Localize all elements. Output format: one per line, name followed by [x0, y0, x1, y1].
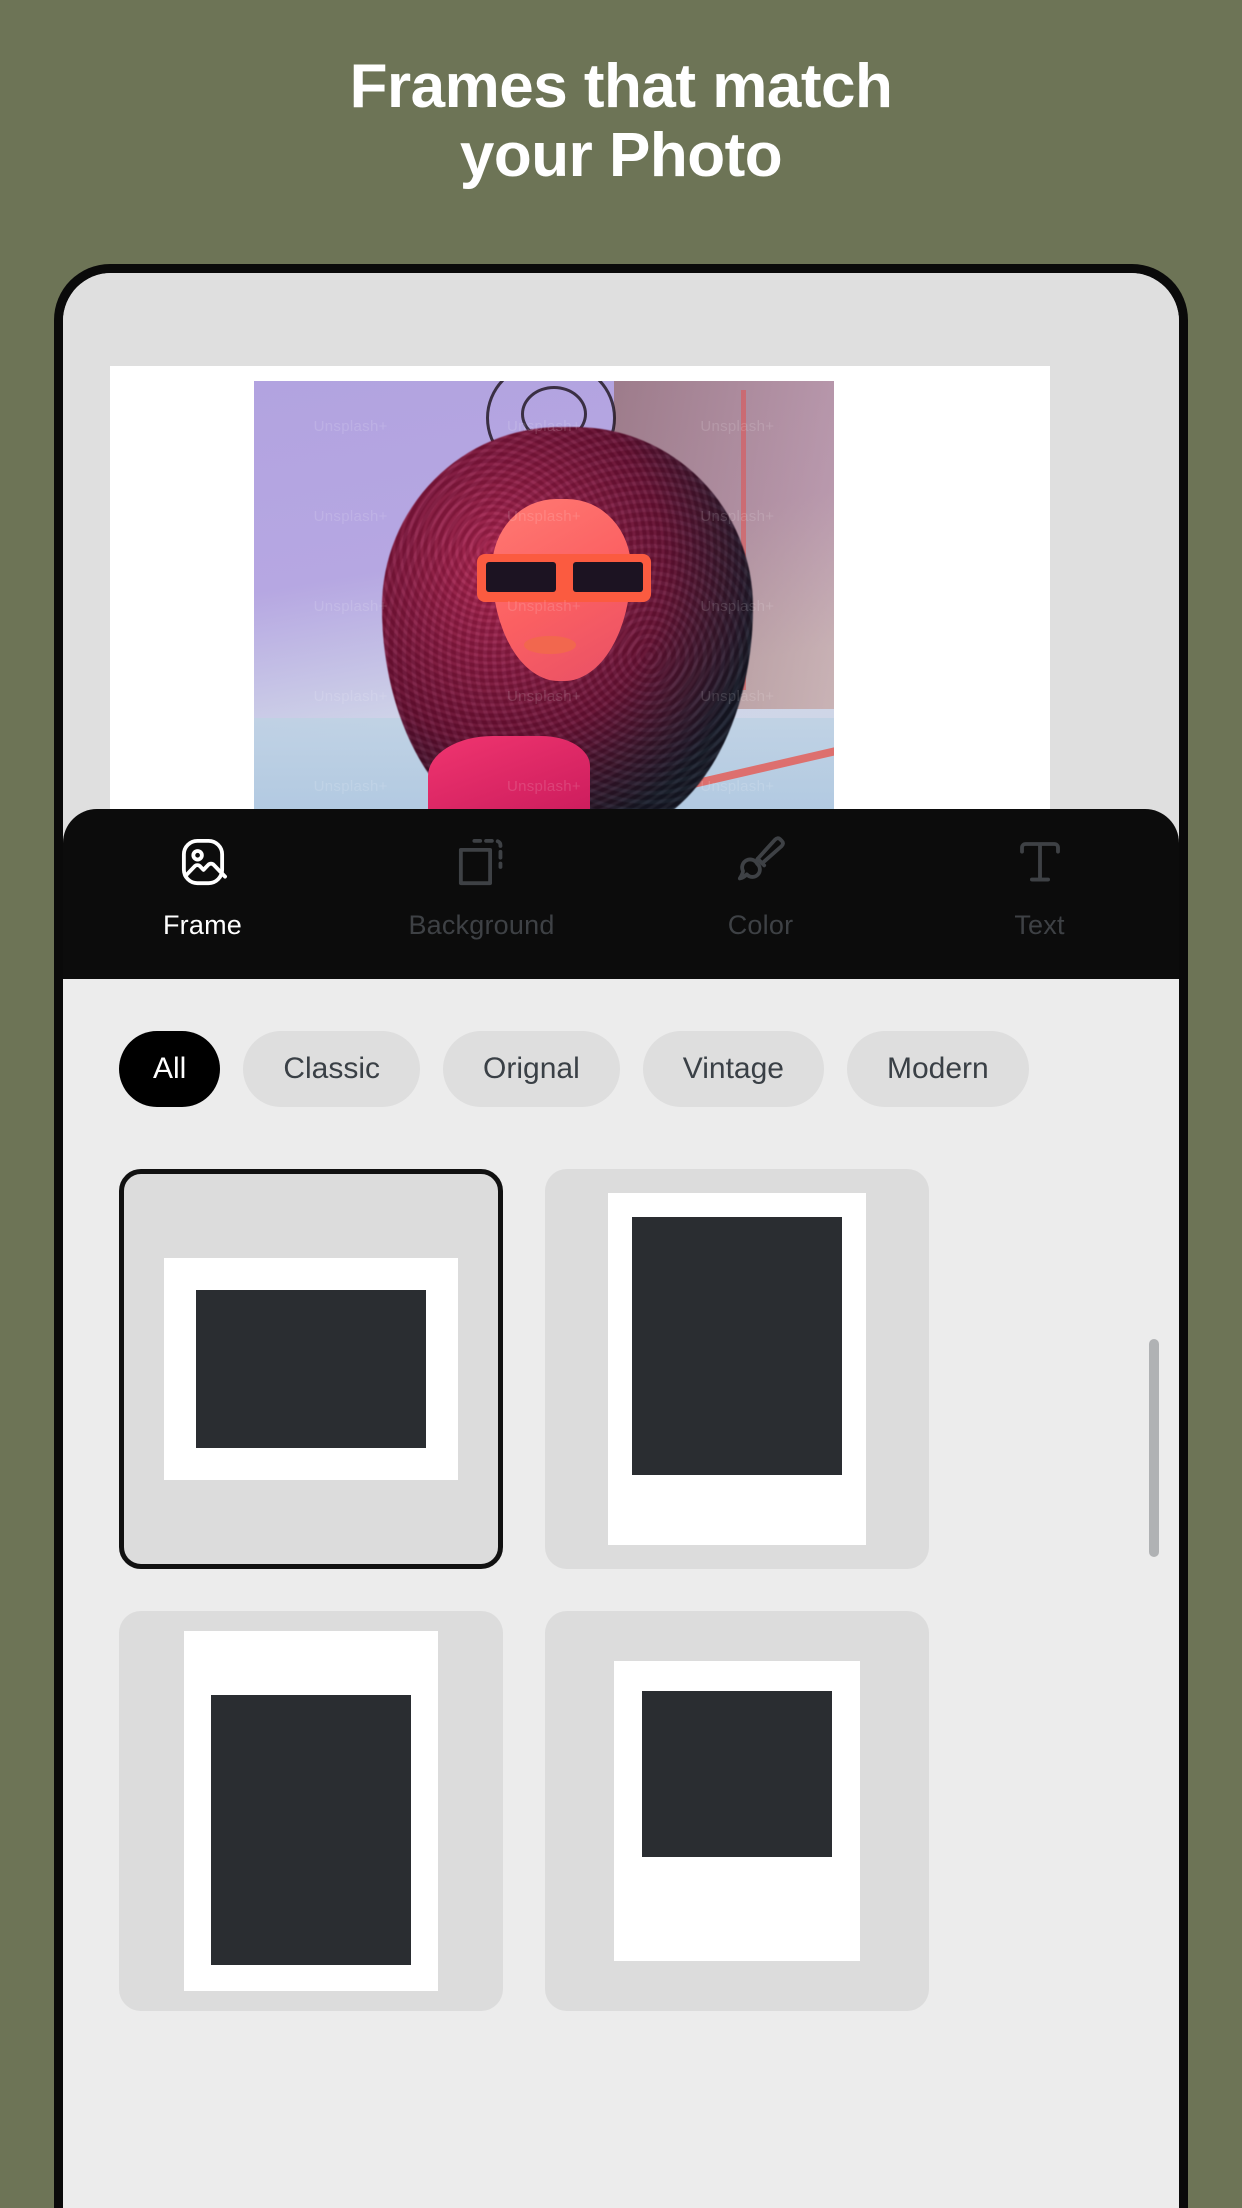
- frame-mat-preview: Unsplash+Unsplash+Unsplash+Unsplash+Unsp…: [110, 366, 1050, 836]
- frame-card-3[interactable]: [119, 1611, 503, 2011]
- phone-mockup: Unsplash+Unsplash+Unsplash+Unsplash+Unsp…: [54, 264, 1188, 2208]
- phone-screen: Unsplash+Unsplash+Unsplash+Unsplash+Unsp…: [63, 273, 1179, 2208]
- frame-grid: [63, 1107, 1179, 2011]
- tab-text[interactable]: Text: [900, 835, 1179, 941]
- filter-chip-modern[interactable]: Modern: [846, 1031, 1029, 1107]
- filter-chip-classic[interactable]: Classic: [243, 1031, 421, 1107]
- frame-mat: [164, 1258, 458, 1480]
- editor-canvas[interactable]: Unsplash+Unsplash+Unsplash+Unsplash+Unsp…: [63, 273, 1179, 836]
- tab-frame[interactable]: Frame: [63, 835, 342, 941]
- frame-mat: [614, 1661, 860, 1961]
- headline-line-2: your Photo: [459, 121, 783, 191]
- sunglass-lens-left: [485, 561, 556, 593]
- crop-icon: [455, 835, 509, 889]
- filter-chip-vintage-label: Vintage: [682, 1052, 784, 1085]
- photo-subject-sunglasses: [477, 553, 652, 602]
- filter-chip-modern-label: Modern: [886, 1052, 989, 1085]
- text-icon: [1013, 835, 1067, 889]
- tab-background-label: Background: [408, 910, 555, 940]
- tab-color-label: Color: [727, 910, 794, 940]
- frame-photo-slot: [632, 1217, 842, 1475]
- frame-card-1[interactable]: [119, 1169, 503, 1569]
- frame-photo-slot: [196, 1290, 426, 1448]
- filter-chip-orignal[interactable]: Orignal: [443, 1031, 620, 1107]
- image-icon: [176, 835, 230, 889]
- editor-toolbar: Frame Background Color Text: [63, 809, 1179, 979]
- filter-chip-all[interactable]: All: [119, 1031, 221, 1107]
- tab-frame-label: Frame: [162, 910, 242, 940]
- paintbrush-icon: [734, 835, 788, 889]
- tab-color[interactable]: Color: [621, 835, 900, 941]
- filter-chip-classic-label: Classic: [283, 1052, 381, 1085]
- photo-subject-lips: [523, 635, 576, 654]
- sunglass-lens-right: [573, 561, 643, 593]
- photo-preview[interactable]: Unsplash+Unsplash+Unsplash+Unsplash+Unsp…: [254, 381, 834, 836]
- filter-chip-all-label: All: [153, 1052, 187, 1085]
- filter-chip-vintage[interactable]: Vintage: [642, 1031, 824, 1107]
- page-title: Frames that match your Photo: [0, 52, 1242, 191]
- frame-card-2[interactable]: [545, 1169, 929, 1569]
- frame-mat: [608, 1193, 866, 1545]
- frame-mat: [184, 1631, 438, 1991]
- frame-photo-slot: [211, 1695, 411, 1965]
- tab-background[interactable]: Background: [342, 835, 621, 941]
- filter-chip-orignal-label: Orignal: [483, 1052, 580, 1085]
- tab-text-label: Text: [1014, 910, 1065, 940]
- frame-photo-slot: [642, 1691, 832, 1857]
- frame-card-4[interactable]: [545, 1611, 929, 2011]
- frame-picker-panel: All Classic Orignal Vintage Modern: [63, 979, 1179, 2208]
- frame-grid-scrollbar[interactable]: [1149, 1339, 1159, 1557]
- frame-category-filters: All Classic Orignal Vintage Modern: [63, 979, 1179, 1107]
- headline-line-1: Frames that match: [349, 52, 893, 121]
